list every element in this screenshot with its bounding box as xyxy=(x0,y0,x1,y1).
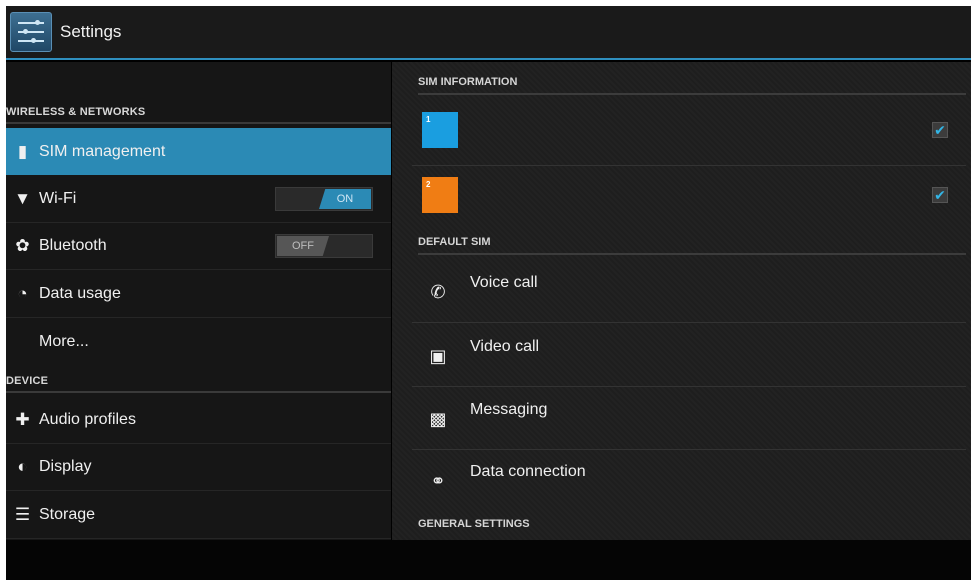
sidebar-item-audio-profiles[interactable]: ✚ Audio profiles xyxy=(6,397,391,444)
toggle-state: ON xyxy=(319,189,371,209)
sim2-checkbox[interactable]: ✔ xyxy=(932,187,948,203)
option-label: Data connection xyxy=(470,463,586,480)
bluetooth-icon: ✿ xyxy=(15,236,30,255)
sim-row-1[interactable]: 1 ✔ xyxy=(412,102,966,166)
option-data-connection[interactable]: ⚭ Data connection xyxy=(412,449,966,512)
sidebar-item-wifi[interactable]: ▼ Wi-Fi ON xyxy=(6,176,391,223)
sidebar-item-label: Display xyxy=(39,458,92,475)
sidebar-item-display[interactable]: ◐ Display xyxy=(6,444,391,491)
sidebar-item-more[interactable]: More... xyxy=(6,318,391,365)
video-call-icon: ▣ xyxy=(429,346,447,366)
sidebar-item-label: More... xyxy=(39,332,89,350)
section-header-wireless: WIRELESS & NETWORKS xyxy=(6,106,391,124)
section-header-device: DEVICE xyxy=(6,375,391,393)
sidebar-item-bluetooth[interactable]: ✿ Bluetooth OFF xyxy=(6,223,391,270)
toggle-state: OFF xyxy=(277,236,329,256)
sidebar-item-sim-management[interactable]: ▮ SIM management xyxy=(6,128,391,175)
display-icon: ◐ xyxy=(17,457,28,476)
phone-icon: ✆ xyxy=(430,282,446,302)
data-usage-icon: ◔ xyxy=(17,284,28,303)
section-header-sim-information: SIM INFORMATION xyxy=(418,76,966,95)
wifi-toggle[interactable]: ON xyxy=(275,187,373,211)
action-bar: Settings xyxy=(6,6,971,60)
sim2-icon: 2 xyxy=(422,177,458,213)
section-header-general-settings: GENERAL SETTINGS xyxy=(418,518,530,530)
sidebar-item-data-usage[interactable]: ◔ Data usage xyxy=(6,271,391,318)
sim1-icon: 1 xyxy=(422,112,458,148)
sidebar-item-label: SIM management xyxy=(39,142,166,160)
sidebar-item-label: Wi-Fi xyxy=(39,190,77,207)
sim-row-2[interactable]: 2 ✔ xyxy=(412,167,966,231)
settings-nav: WIRELESS & NETWORKS ▮ SIM management ▼ W… xyxy=(6,62,391,540)
storage-icon: ☰ xyxy=(14,505,31,524)
system-bar xyxy=(6,540,971,580)
settings-sliders-icon[interactable] xyxy=(10,12,52,52)
sim-tag: 1 xyxy=(426,115,431,124)
messaging-icon: ▩ xyxy=(429,409,447,429)
sidebar-item-label: Storage xyxy=(39,506,96,523)
bluetooth-toggle[interactable]: OFF xyxy=(275,234,373,258)
sidebar-item-label: Audio profiles xyxy=(39,411,136,428)
sim-tag: 2 xyxy=(426,180,431,189)
sidebar-item-storage[interactable]: ☰ Storage xyxy=(6,492,391,539)
globe-icon: ⚭ xyxy=(430,471,446,491)
sidebar-item-label: Data usage xyxy=(39,285,121,302)
sim1-checkbox[interactable]: ✔ xyxy=(932,122,948,138)
option-label: Messaging xyxy=(470,401,548,418)
sim-card-icon: ▮ xyxy=(17,141,28,161)
option-voice-call[interactable]: ✆ Voice call xyxy=(412,260,966,323)
section-header-default-sim: DEFAULT SIM xyxy=(418,236,966,255)
sidebar-item-label: Bluetooth xyxy=(39,237,107,254)
option-label: Video call xyxy=(470,338,540,355)
audio-profiles-icon: ✚ xyxy=(15,410,30,429)
option-label: Voice call xyxy=(470,274,538,291)
settings-screen: Settings WIRELESS & NETWORKS ▮ SIM manag… xyxy=(6,6,971,580)
wifi-icon: ▼ xyxy=(14,189,31,208)
sim-management-detail: SIM INFORMATION 1 ✔ 2 ✔ DEFAULT SIM ✆ Vo… xyxy=(392,62,971,540)
option-messaging[interactable]: ▩ Messaging xyxy=(412,387,966,450)
page-title: Settings xyxy=(60,22,122,41)
option-video-call[interactable]: ▣ Video call xyxy=(412,324,966,387)
